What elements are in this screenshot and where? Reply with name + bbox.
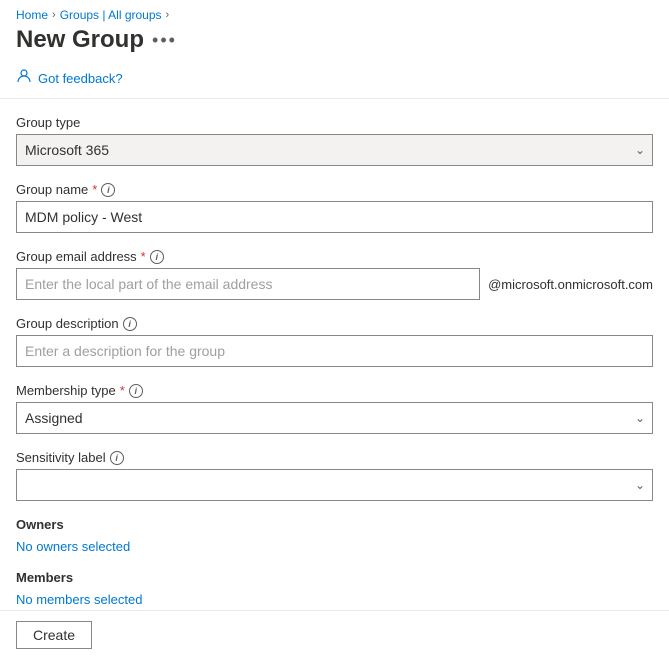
page-container: Home › Groups | All groups › New Group •… bbox=[0, 0, 669, 659]
sensitivity-label-label: Sensitivity label i bbox=[16, 450, 653, 465]
sensitivity-label-field: Sensitivity label i ⌄ bbox=[16, 450, 653, 501]
membership-type-required: * bbox=[120, 383, 125, 398]
group-type-select[interactable]: Microsoft 365 Security Mail-enabled secu… bbox=[16, 134, 653, 166]
sensitivity-label-select[interactable] bbox=[16, 469, 653, 501]
members-section: Members No members selected bbox=[16, 570, 653, 607]
page-header: New Group ••• bbox=[0, 22, 669, 62]
group-name-info-icon[interactable]: i bbox=[101, 183, 115, 197]
page-title: New Group bbox=[16, 26, 144, 54]
feedback-icon bbox=[16, 68, 32, 88]
group-name-label: Group name * i bbox=[16, 182, 653, 197]
form-content: Group type Microsoft 365 Security Mail-e… bbox=[0, 99, 669, 610]
breadcrumb-groups[interactable]: Groups | All groups bbox=[60, 8, 162, 22]
no-owners-link[interactable]: No owners selected bbox=[16, 539, 130, 554]
members-section-title: Members bbox=[16, 570, 653, 585]
group-email-input[interactable] bbox=[16, 268, 480, 300]
email-row: @microsoft.onmicrosoft.com bbox=[16, 268, 653, 300]
sensitivity-label-select-wrapper: ⌄ bbox=[16, 469, 653, 501]
email-domain: @microsoft.onmicrosoft.com bbox=[488, 277, 653, 292]
group-description-field: Group description i bbox=[16, 316, 653, 367]
owners-section-title: Owners bbox=[16, 517, 653, 532]
feedback-bar[interactable]: Got feedback? bbox=[0, 62, 669, 99]
group-email-label: Group email address * i bbox=[16, 249, 653, 264]
create-button[interactable]: Create bbox=[16, 621, 92, 649]
sensitivity-label-info-icon[interactable]: i bbox=[110, 451, 124, 465]
group-email-required: * bbox=[141, 249, 146, 264]
group-email-info-icon[interactable]: i bbox=[150, 250, 164, 264]
no-members-link[interactable]: No members selected bbox=[16, 592, 142, 607]
membership-type-field: Membership type * i Assigned Dynamic Use… bbox=[16, 383, 653, 434]
group-description-label: Group description i bbox=[16, 316, 653, 331]
breadcrumb-home[interactable]: Home bbox=[16, 8, 48, 22]
group-name-field: Group name * i bbox=[16, 182, 653, 233]
membership-type-select-wrapper: Assigned Dynamic User Dynamic Device ⌄ bbox=[16, 402, 653, 434]
breadcrumb-sep-2: › bbox=[166, 9, 170, 21]
group-name-required: * bbox=[92, 182, 97, 197]
feedback-label: Got feedback? bbox=[38, 71, 123, 86]
membership-type-info-icon[interactable]: i bbox=[129, 384, 143, 398]
group-email-field: Group email address * i @microsoft.onmic… bbox=[16, 249, 653, 300]
breadcrumb: Home › Groups | All groups › bbox=[0, 0, 669, 22]
group-type-select-wrapper: Microsoft 365 Security Mail-enabled secu… bbox=[16, 134, 653, 166]
group-description-info-icon[interactable]: i bbox=[123, 317, 137, 331]
group-type-label: Group type bbox=[16, 115, 653, 130]
owners-section: Owners No owners selected bbox=[16, 517, 653, 554]
membership-type-select[interactable]: Assigned Dynamic User Dynamic Device bbox=[16, 402, 653, 434]
group-name-input[interactable] bbox=[16, 201, 653, 233]
group-description-input[interactable] bbox=[16, 335, 653, 367]
membership-type-label: Membership type * i bbox=[16, 383, 653, 398]
breadcrumb-sep-1: › bbox=[52, 9, 56, 21]
group-type-field: Group type Microsoft 365 Security Mail-e… bbox=[16, 115, 653, 166]
more-options-icon[interactable]: ••• bbox=[152, 30, 177, 51]
footer-bar: Create bbox=[0, 610, 669, 659]
